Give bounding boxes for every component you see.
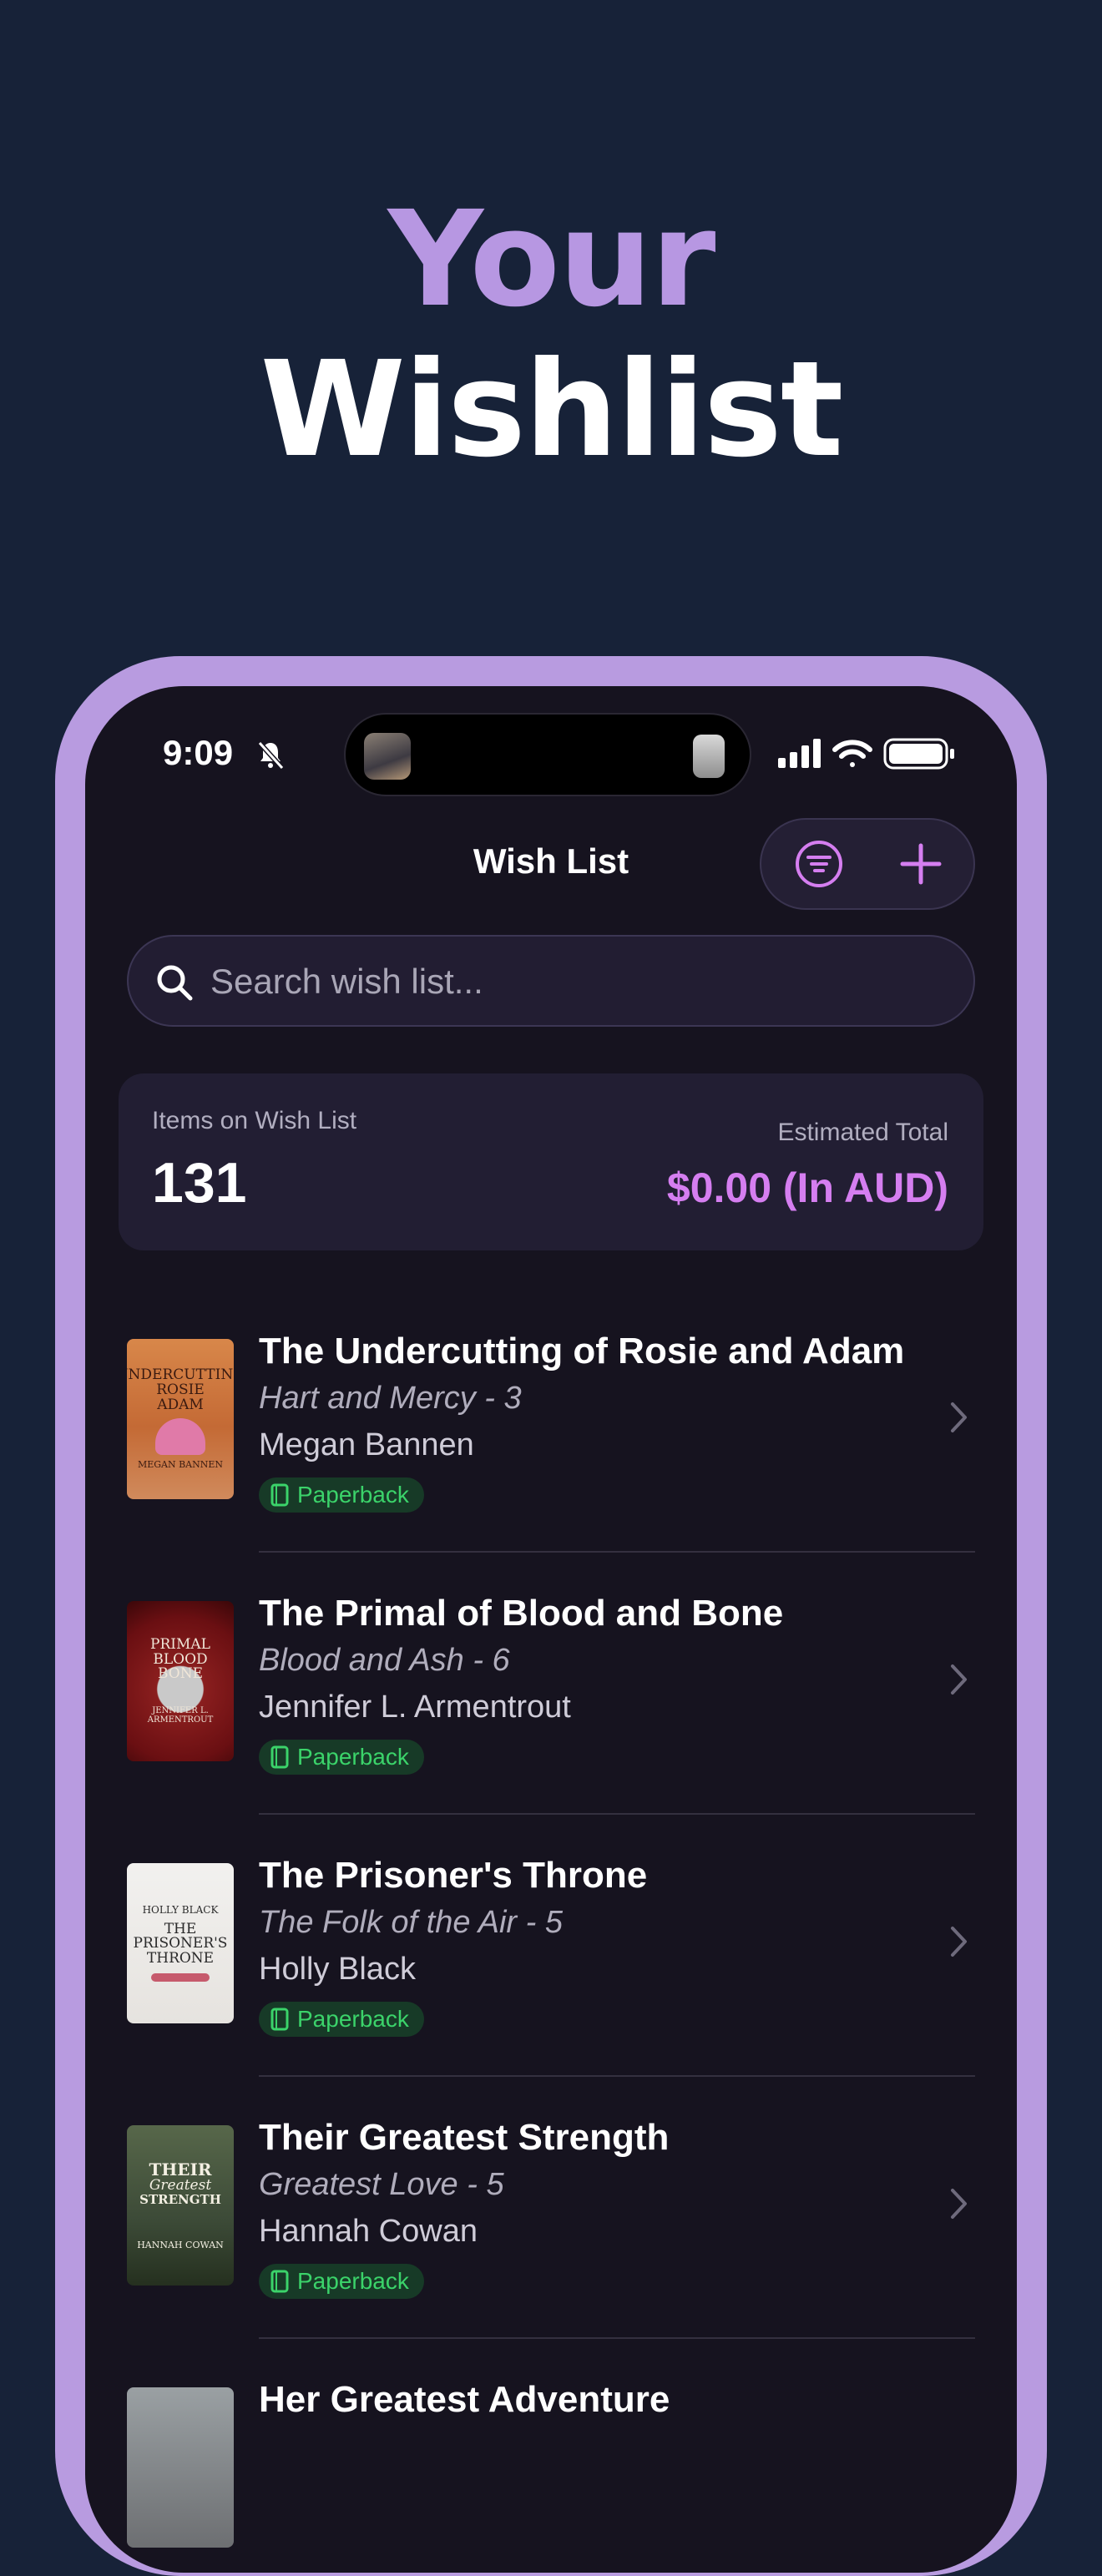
homepod-icon <box>693 735 725 778</box>
status-time: 9:09 <box>163 733 234 772</box>
book-series: Hart and Mercy - 3 <box>259 1381 522 1416</box>
book-title: The Prisoner's Throne <box>259 1855 648 1896</box>
book-series: Greatest Love - 5 <box>259 2167 504 2202</box>
chevron-right-icon <box>951 1402 967 1432</box>
items-count-value: 131 <box>152 1151 247 1215</box>
filter-icon <box>796 841 842 887</box>
chevron-right-icon <box>951 1927 967 1957</box>
add-book-button[interactable] <box>875 820 967 908</box>
book-icon <box>270 1745 289 1769</box>
wifi-icon <box>832 740 872 767</box>
book-icon <box>270 2270 289 2293</box>
wishlist-summary-card: Items on Wish List 131 Estimated Total $… <box>119 1073 983 1250</box>
book-author: Hannah Cowan <box>259 2214 478 2249</box>
filter-button[interactable] <box>773 820 865 908</box>
cover-text: HANNAH COWAN <box>137 2239 224 2250</box>
format-badge: Paperback <box>259 1740 424 1775</box>
format-label: Paperback <box>297 2006 409 2032</box>
book-author: Holly Black <box>259 1952 416 1987</box>
promo-heading-line-1: Your <box>387 183 716 336</box>
book-list-item[interactable]: UNDERCUTTING ROSIE ADAM MEGAN BANNEN The… <box>85 1291 1017 1553</box>
format-label: Paperback <box>297 2268 409 2294</box>
plus-icon <box>900 843 942 885</box>
book-title: The Undercutting of Rosie and Adam <box>259 1331 905 1371</box>
book-series: The Folk of the Air - 5 <box>259 1905 563 1940</box>
chevron-right-icon <box>951 1664 967 1695</box>
battery-icon <box>883 738 954 770</box>
book-cover: UNDERCUTTING ROSIE ADAM MEGAN BANNEN <box>127 1339 234 1499</box>
chevron-right-icon <box>951 2189 967 2219</box>
estimated-total-label: Estimated Total <box>777 1119 948 1146</box>
book-list-item[interactable]: HOLLY BLACK THE PRISONER'S THRONE The Pr… <box>85 1815 1017 2077</box>
book-title: The Primal of Blood and Bone <box>259 1593 784 1634</box>
promo-heading-line-2: Wishlist <box>260 333 844 487</box>
cellular-signal-icon <box>778 739 821 768</box>
book-title: Her Greatest Adventure <box>259 2379 670 2420</box>
book-icon <box>270 1483 289 1507</box>
cover-text: STRENGTH <box>139 2191 221 2207</box>
format-badge: Paperback <box>259 1477 424 1513</box>
search-icon <box>157 965 193 1001</box>
cover-text: PRIMAL <box>150 1635 210 1653</box>
format-badge: Paperback <box>259 2002 424 2037</box>
cover-art <box>151 1973 210 1983</box>
cover-text: THRONE <box>146 1950 215 1967</box>
book-author: Jennifer L. Armentrout <box>259 1690 571 1725</box>
book-cover: HOLLY BLACK THE PRISONER'S THRONE <box>127 1863 234 2023</box>
cover-art <box>155 1417 205 1455</box>
book-list-item[interactable]: THEIR Greatest STRENGTH HANNAH COWAN The… <box>85 2077 1017 2339</box>
book-cover: THEIR Greatest STRENGTH HANNAH COWAN <box>127 2125 234 2286</box>
book-icon <box>270 2008 289 2031</box>
book-cover: PRIMAL BLOOD BONE JENNIFER L. ARMENTROUT <box>127 1601 234 1761</box>
phone-screen: 9:09 Wish List Search wish list... Items… <box>85 686 1017 2573</box>
format-label: Paperback <box>297 1744 409 1770</box>
search-bar <box>127 935 975 1027</box>
cover-text: HOLLY BLACK <box>142 1903 219 1916</box>
book-list-item[interactable]: Her Greatest Adventure <box>85 2339 1017 2573</box>
status-icons <box>778 738 954 770</box>
cover-text: JENNIFER L. ARMENTROUT <box>147 1706 214 1725</box>
cover-text: ADAM <box>157 1397 204 1414</box>
book-list-item[interactable]: PRIMAL BLOOD BONE JENNIFER L. ARMENTROUT… <box>85 1553 1017 1815</box>
cover-text: MEGAN BANNEN <box>137 1458 224 1470</box>
format-label: Paperback <box>297 1482 409 1508</box>
nav-actions <box>760 818 975 910</box>
cover-text: BONE <box>157 1665 204 1683</box>
bell-muted-icon <box>257 740 285 770</box>
book-series: Blood and Ash - 6 <box>259 1643 510 1678</box>
book-cover <box>127 2387 234 2548</box>
search-input[interactable] <box>209 937 947 1027</box>
dynamic-island <box>344 713 751 796</box>
book-title: Their Greatest Strength <box>259 2117 670 2158</box>
now-playing-artwork <box>364 733 411 780</box>
format-badge: Paperback <box>259 2264 424 2299</box>
cover-text: THEIR <box>149 2159 212 2179</box>
book-author: Megan Bannen <box>259 1427 474 1462</box>
estimated-total-value: $0.00 (In AUD) <box>666 1164 948 1211</box>
items-count-label: Items on Wish List <box>152 1107 357 1134</box>
